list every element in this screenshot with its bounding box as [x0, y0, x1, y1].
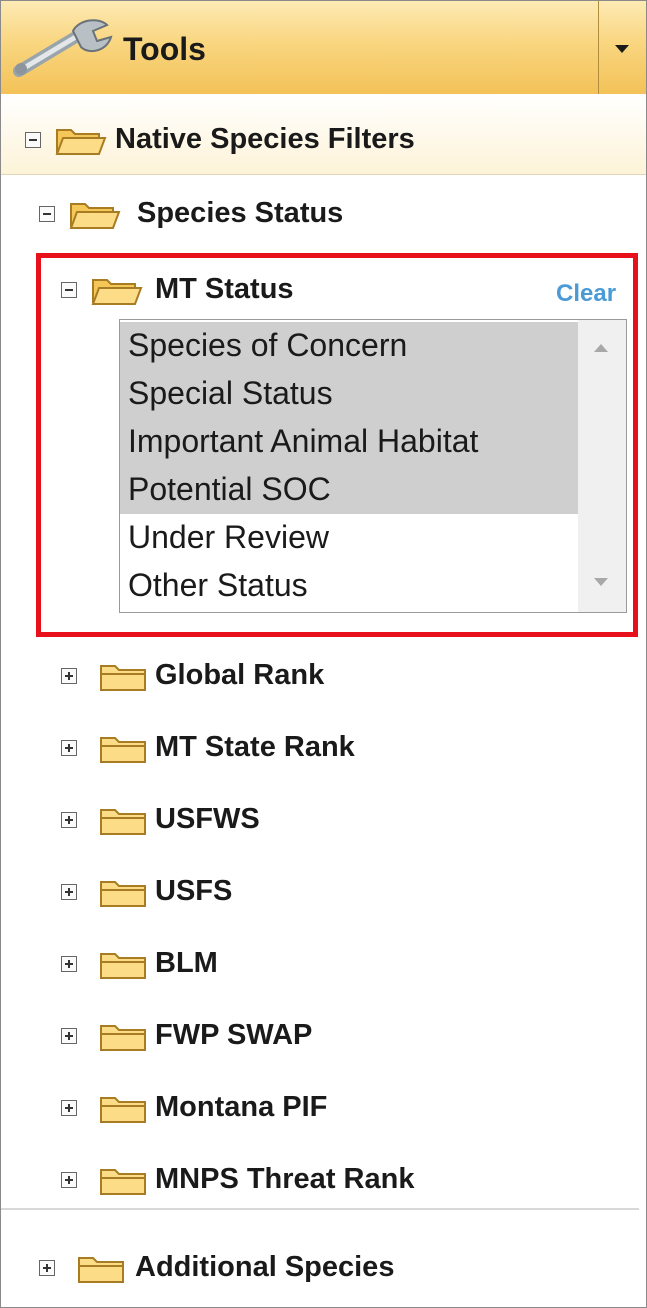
- closed-folder-icon: [99, 806, 149, 841]
- tree-node-blm[interactable]: BLM: [61, 947, 541, 996]
- closed-folder-icon: [99, 1094, 149, 1129]
- tools-menu-button[interactable]: [598, 1, 647, 94]
- plus-box-icon[interactable]: [61, 956, 77, 972]
- tree-node-mt-status[interactable]: MT Status: [61, 273, 521, 322]
- minus-box-icon[interactable]: [61, 282, 77, 298]
- closed-folder-icon: [99, 950, 149, 985]
- node-label: MT State Rank: [155, 731, 355, 763]
- open-folder-icon: [55, 126, 107, 161]
- node-label: Additional Species: [135, 1251, 395, 1283]
- scroll-down-icon[interactable]: [594, 578, 608, 586]
- plus-box-icon[interactable]: [61, 1028, 77, 1044]
- tree-node-fwp-swap[interactable]: FWP SWAP: [61, 1019, 541, 1068]
- tools-header: Tools: [1, 1, 646, 95]
- node-label: USFS: [155, 875, 233, 907]
- closed-folder-icon: [99, 734, 149, 769]
- tree-node-usfws[interactable]: USFWS: [61, 803, 541, 852]
- closed-folder-icon: [99, 1022, 149, 1057]
- list-option[interactable]: Special Status: [120, 370, 578, 418]
- tree-node-montana-pif[interactable]: Montana PIF: [61, 1091, 541, 1140]
- tree-node-additional-species[interactable]: Additional Species: [39, 1251, 559, 1300]
- closed-folder-icon: [99, 878, 149, 913]
- section-divider: [1, 1208, 639, 1210]
- plus-box-icon[interactable]: [61, 1100, 77, 1116]
- plus-box-icon[interactable]: [61, 1172, 77, 1188]
- node-label: FWP SWAP: [155, 1019, 313, 1051]
- plus-box-icon[interactable]: [39, 1260, 55, 1276]
- node-label: USFWS: [155, 803, 260, 835]
- closed-folder-icon: [99, 662, 149, 697]
- tree-node-global-rank[interactable]: Global Rank: [61, 659, 541, 708]
- minus-box-icon[interactable]: [25, 132, 41, 148]
- tree-node-native-species-filters[interactable]: Native Species Filters: [25, 123, 585, 172]
- closed-folder-icon: [99, 1166, 149, 1201]
- list-option[interactable]: Important Animal Habitat: [120, 418, 578, 466]
- tools-title: Tools: [123, 31, 206, 67]
- node-label: Global Rank: [155, 659, 325, 691]
- tools-panel: Tools Native Species Filters Species Sta…: [0, 0, 647, 1308]
- node-label: Native Species Filters: [115, 123, 415, 155]
- tree-node-usfs[interactable]: USFS: [61, 875, 541, 924]
- open-folder-icon: [91, 276, 143, 311]
- minus-box-icon[interactable]: [39, 206, 55, 222]
- node-label: BLM: [155, 947, 218, 979]
- plus-box-icon[interactable]: [61, 884, 77, 900]
- node-label: Species Status: [137, 197, 344, 229]
- plus-box-icon[interactable]: [61, 668, 77, 684]
- node-label: Montana PIF: [155, 1091, 328, 1123]
- tree-node-species-status[interactable]: Species Status: [39, 197, 559, 246]
- list-option[interactable]: Species of Concern: [120, 322, 578, 370]
- clear-link[interactable]: Clear: [556, 280, 616, 308]
- listbox-scrollbar[interactable]: [578, 320, 626, 612]
- plus-box-icon[interactable]: [61, 812, 77, 828]
- node-label: MT Status: [155, 273, 294, 305]
- list-option[interactable]: Other Status: [120, 562, 578, 610]
- tree-node-mnps-threat-rank[interactable]: MNPS Threat Rank: [61, 1163, 541, 1212]
- plus-box-icon[interactable]: [61, 740, 77, 756]
- wrench-icon: [7, 15, 117, 86]
- mt-status-listbox[interactable]: Species of Concern Special Status Import…: [119, 319, 627, 613]
- chevron-down-icon: [615, 45, 629, 53]
- list-option[interactable]: Under Review: [120, 514, 578, 562]
- scroll-up-icon[interactable]: [594, 344, 608, 352]
- tree-node-mt-state-rank[interactable]: MT State Rank: [61, 731, 541, 780]
- closed-folder-icon: [77, 1254, 127, 1289]
- open-folder-icon: [69, 200, 121, 235]
- node-label: MNPS Threat Rank: [155, 1163, 415, 1195]
- list-option[interactable]: Potential SOC: [120, 466, 578, 514]
